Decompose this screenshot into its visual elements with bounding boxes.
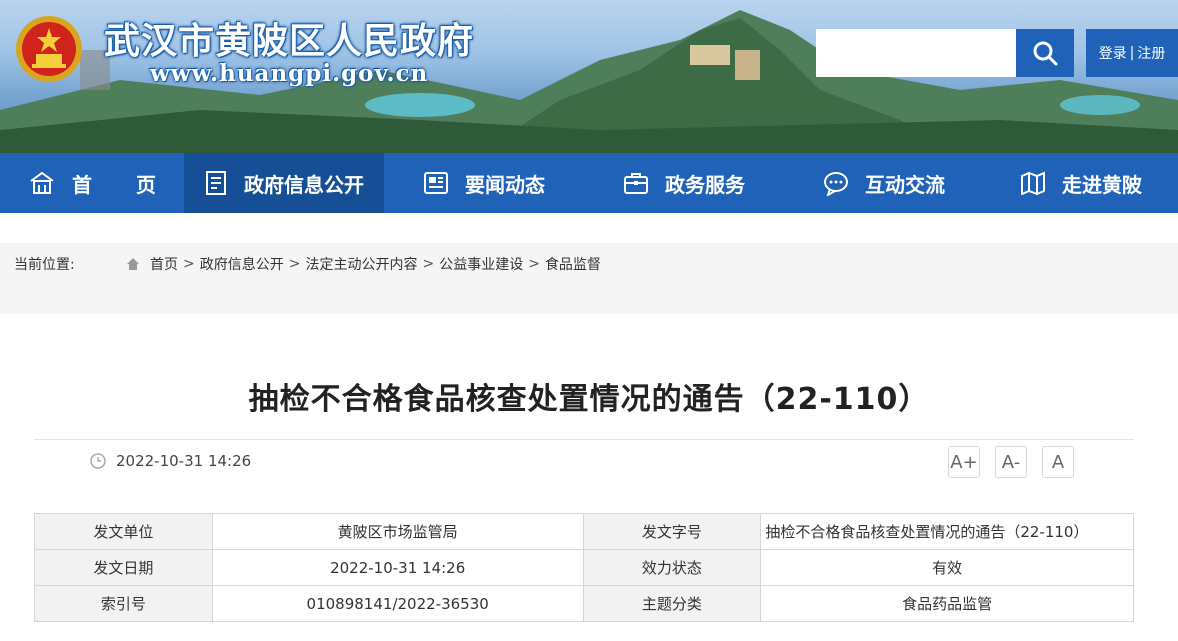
document-info-table: 发文单位 黄陂区市场监管局 发文字号 抽检不合格食品核查处置情况的通告（22-1… <box>34 513 1134 622</box>
table-value: 抽检不合格食品核查处置情况的通告（22-110） <box>760 513 1134 550</box>
map-icon <box>1021 171 1045 195</box>
table-key: 发文单位 <box>34 513 213 550</box>
document-icon <box>206 171 226 195</box>
search-input[interactable] <box>816 29 1016 77</box>
nav-label: 首页 <box>72 172 200 197</box>
national-emblem <box>16 16 82 82</box>
clock-icon <box>90 453 106 469</box>
font-size-increase-button[interactable]: A+ <box>948 446 980 478</box>
nav-item-home[interactable]: 首页 <box>0 153 184 213</box>
breadcrumb-food-supervision[interactable]: 食品监督 <box>545 254 601 274</box>
table-key: 索引号 <box>34 585 213 622</box>
table-row: 发文单位 黄陂区市场监管局 发文字号 抽检不合格食品核查处置情况的通告（22-1… <box>34 513 1134 550</box>
breadcrumb-separator: > <box>422 255 435 272</box>
site-title: 武汉市黄陂区人民政府 <box>104 20 475 62</box>
breadcrumb-separator: > <box>183 255 195 272</box>
table-value: 黄陂区市场监管局 <box>211 513 584 550</box>
publish-date: 2022-10-31 14:26 <box>90 452 251 470</box>
breadcrumb-public-welfare[interactable]: 公益事业建设 <box>439 254 523 274</box>
nav-item-gov-info[interactable]: 政府信息公开 <box>184 153 384 213</box>
auth-separator: | <box>1129 45 1135 61</box>
breadcrumb-gov-info[interactable]: 政府信息公开 <box>200 254 284 274</box>
table-value: 2022-10-31 14:26 <box>211 549 584 586</box>
article-meta: 2022-10-31 14:26 A+ A- A <box>34 439 1134 481</box>
table-value: 010898141/2022-36530 <box>211 585 584 622</box>
font-size-reset-button[interactable]: A <box>1042 446 1074 478</box>
nav-item-services[interactable]: 政务服务 <box>584 153 784 213</box>
breadcrumb-separator: > <box>528 255 540 272</box>
site-url: www.huangpi.gov.cn <box>150 60 429 87</box>
search-icon <box>1033 41 1058 66</box>
table-key: 发文日期 <box>34 549 213 586</box>
nav-label: 政府信息公开 <box>244 172 364 197</box>
table-row: 发文日期 2022-10-31 14:26 效力状态 有效 <box>34 549 1134 586</box>
home-icon <box>127 258 139 270</box>
newspaper-icon <box>424 172 448 194</box>
nav-label: 政务服务 <box>665 172 745 197</box>
table-value: 食品药品监管 <box>760 585 1134 622</box>
table-key: 发文字号 <box>582 513 762 550</box>
search-button[interactable] <box>1016 29 1074 77</box>
auth-links: 登录 | 注册 <box>1086 29 1178 77</box>
breadcrumb-prefix: 当前位置: <box>14 256 75 273</box>
register-link[interactable]: 注册 <box>1137 43 1165 63</box>
breadcrumb-separator: > <box>288 255 301 272</box>
nav-label: 要闻动态 <box>465 172 545 197</box>
publish-date-text: 2022-10-31 14:26 <box>116 452 252 470</box>
nav-label: 走进黄陂 <box>1062 172 1142 197</box>
table-value: 有效 <box>760 549 1134 586</box>
site-banner: 武汉市黄陂区人民政府 www.huangpi.gov.cn 登录 | 注册 <box>0 0 1178 153</box>
table-row: 索引号 010898141/2022-36530 主题分类 食品药品监管 <box>34 585 1134 622</box>
main-nav: 首页 政府信息公开 要闻动态 政务服务 互动交流 走进黄陂 <box>0 153 1178 213</box>
table-key: 主题分类 <box>582 585 762 622</box>
nav-item-news[interactable]: 要闻动态 <box>384 153 584 213</box>
login-link[interactable]: 登录 <box>1099 43 1127 63</box>
home-icon <box>30 171 54 194</box>
breadcrumb-public-content[interactable]: 法定主动公开内容 <box>305 254 417 274</box>
table-key: 效力状态 <box>582 549 762 586</box>
breadcrumb: 当前位置: 首页 > 政府信息公开 > 法定主动公开内容 > 公益事业建设 > … <box>0 243 1178 284</box>
nav-item-about[interactable]: 走进黄陂 <box>984 153 1178 213</box>
font-size-decrease-button[interactable]: A- <box>995 446 1027 478</box>
article-title: 抽检不合格食品核查处置情况的通告（22-110） <box>248 382 930 417</box>
briefcase-icon <box>624 173 648 194</box>
breadcrumb-home[interactable]: 首页 <box>150 254 178 274</box>
nav-label: 互动交流 <box>865 172 945 197</box>
nav-item-interaction[interactable]: 互动交流 <box>784 153 984 213</box>
chat-icon <box>824 172 848 196</box>
